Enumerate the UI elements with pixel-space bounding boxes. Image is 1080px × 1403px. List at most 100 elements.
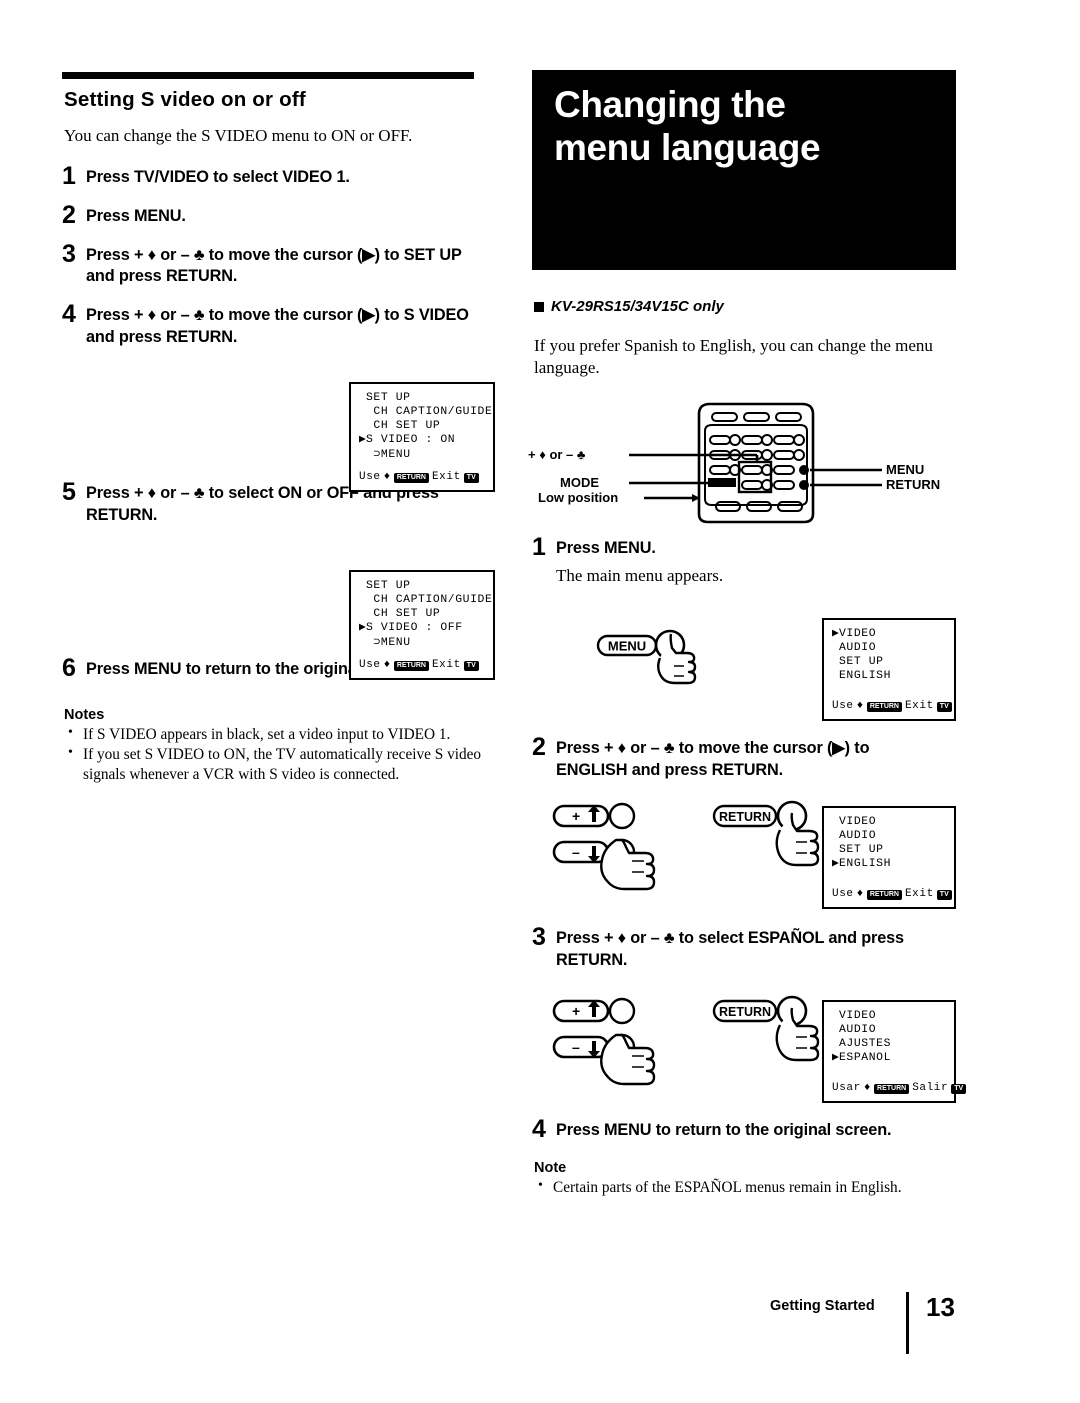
- step-number: 6: [62, 653, 76, 682]
- tv-line: CH SET UP: [366, 608, 441, 621]
- tv-screen-setup-off: SET UP CH CAPTION/GUIDE CH SET UP ▶S VID…: [349, 570, 495, 680]
- hint-exit-label: Salir: [912, 1082, 949, 1095]
- tv-screen-lines: ▶VIDEO AUDIO SET UP ENGLISH: [824, 627, 954, 684]
- tv-line: VIDEO: [839, 1010, 877, 1022]
- step-number: 1: [62, 161, 76, 190]
- tv-line: AUDIO: [839, 642, 877, 655]
- tv-line: SET UP: [366, 392, 411, 404]
- tv-line: CH SET UP: [366, 420, 441, 433]
- right-step-1: 1 Press MENU. The main menu appears.: [532, 533, 932, 586]
- step-text: Press MENU.: [556, 539, 656, 557]
- hint-use-label: Use: [359, 659, 381, 672]
- cursor-arrow-icon: ▶: [832, 1052, 840, 1065]
- page-number: 13: [926, 1292, 955, 1322]
- page-footer: Getting Started 13: [770, 1292, 970, 1362]
- tv-line: SET UP: [839, 656, 884, 669]
- remote-label-menu: MENU: [886, 462, 925, 477]
- tv-keycap: TV: [936, 702, 952, 713]
- tv-screen-espanol-menu: VIDEO AUDIO AJUSTES ▶ESPANOL Usar ♦ RETU…: [822, 1000, 967, 1103]
- hint-use-label: Use: [832, 700, 854, 713]
- tv-keycap: TV: [951, 1084, 967, 1095]
- tv-line: SET UP: [366, 580, 411, 592]
- notes-list: If S VIDEO appears in black, set a video…: [62, 724, 492, 784]
- right-step-2: 2 Press + ♦ or – ♣ to move the cursor (▶…: [532, 734, 942, 781]
- note-item: If S VIDEO appears in black, set a video…: [66, 724, 492, 744]
- note-item: Certain parts of the ESPAÑOL menus remai…: [536, 1177, 952, 1197]
- cursor-arrow-icon: ▶: [832, 628, 840, 640]
- tv-screen-lines: VIDEO AUDIO AJUSTES ▶ESPANOL: [824, 1009, 954, 1066]
- tv-screen-setup-on: SET UP CH CAPTION/GUIDE CH SET UP ▶S VID…: [349, 382, 495, 492]
- menu-press-svg: MENU: [596, 629, 697, 685]
- step-2: 2 Press MENU.: [62, 200, 492, 229]
- tv-keycap: TV: [463, 473, 479, 484]
- model-note: KV-29RS15/34V15C only: [534, 298, 962, 315]
- updown-arrow-icon: ♦: [383, 659, 391, 672]
- tv-line: ⊃MENU: [366, 636, 411, 649]
- tv-line-selected: ▶ENGLISH: [832, 858, 892, 871]
- tv-screen-hintbar: Use ♦ RETURN Exit TV: [832, 888, 952, 902]
- step-number: 2: [62, 200, 76, 229]
- tv-screen-english-menu: VIDEO AUDIO SET UP ▶ENGLISH Use ♦ RETURN…: [822, 806, 956, 909]
- tv-keycap: TV: [936, 890, 952, 901]
- tv-screen-lines: SET UP CH CAPTION/GUIDE CH SET UP ▶S VID…: [351, 579, 493, 650]
- tv-screen-lines: VIDEO AUDIO SET UP ▶ENGLISH: [824, 815, 954, 872]
- updown-press-illustration-2: + –: [552, 800, 692, 897]
- hint-exit-label: Exit: [904, 888, 934, 901]
- step-text: Press + ♦ or – ♣ to select ESPAÑOL and p…: [556, 929, 904, 969]
- tv-line: AUDIO: [839, 1024, 877, 1037]
- note-heading: Note: [534, 1160, 567, 1176]
- banner-line-1: Changing the: [554, 84, 786, 125]
- section-rule: [62, 72, 474, 79]
- step-text: Press TV/VIDEO to select VIDEO 1.: [86, 167, 350, 186]
- step-text: Press + ♦ or – ♣ to move the cursor (▶) …: [86, 245, 462, 286]
- intro-paragraph: You can change the S VIDEO menu to ON or…: [64, 126, 413, 145]
- cursor-arrow-icon: ▶: [359, 622, 367, 635]
- up-arrow-icon: [588, 1000, 600, 1017]
- down-arrow-icon: [588, 846, 600, 863]
- updown-arrow-icon: ♦: [863, 1082, 872, 1095]
- tv-line: CH CAPTION/GUIDE: [366, 406, 493, 419]
- hint-use-label: Use: [359, 471, 381, 484]
- tv-screen-main-menu: ▶VIDEO AUDIO SET UP ENGLISH Use ♦ RETURN…: [822, 618, 956, 721]
- updown-arrow-icon: ♦: [383, 471, 391, 484]
- step-4: 4 Press + ♦ or – ♣ to move the cursor (▶…: [62, 300, 492, 348]
- updown-press-illustration-3: + –: [552, 995, 692, 1092]
- tv-line: AJUSTES: [839, 1038, 892, 1051]
- footer-chapter-label: Getting Started: [770, 1298, 875, 1314]
- banner-title: Changing the menu language: [554, 84, 946, 170]
- return-press-illustration-2: RETURN: [712, 800, 832, 897]
- chapter-banner: Changing the menu language: [532, 70, 956, 270]
- remote-label-lowposition: Low position: [538, 490, 619, 505]
- right-intro-paragraph: If you prefer Spanish to English, you ca…: [534, 336, 933, 378]
- tv-screen-hintbar: Use ♦ RETURN Exit TV: [832, 700, 952, 714]
- remote-control-illustration: + ♦ or – ♣ MODE Low position MENU RETURN: [528, 398, 962, 528]
- tv-screen-hintbar: Use ♦ RETURN Exit TV: [359, 659, 479, 673]
- step-number: 1: [532, 533, 546, 561]
- right-step-3: 3 Press + ♦ or – ♣ to select ESPAÑOL and…: [532, 924, 944, 971]
- step-body: Press MENU. The main menu appears.: [556, 538, 723, 586]
- minus-label: –: [572, 844, 580, 860]
- step-number: 4: [62, 300, 76, 329]
- tv-line-selected: ▶ESPANOL: [832, 1052, 892, 1065]
- return-keycap: RETURN: [874, 1084, 910, 1095]
- tv-line-selected: ▶VIDEO: [832, 628, 877, 640]
- step-number: 3: [62, 239, 76, 268]
- return-button-label: RETURN: [719, 1005, 771, 1019]
- plus-label: +: [572, 1003, 580, 1019]
- return-dot-icon: [799, 480, 809, 490]
- model-note-text: KV-29RS15/34V15C only: [551, 298, 724, 315]
- tv-line-selected: ▶S VIDEO : ON: [359, 434, 456, 447]
- menu-button-label: MENU: [608, 639, 646, 654]
- tv-line: ENGLISH: [839, 670, 892, 683]
- step-text: Press + ♦ or – ♣ to move the cursor (▶) …: [86, 306, 469, 346]
- note-item: If you set S VIDEO to ON, the TV automat…: [66, 744, 492, 784]
- mode-switch-icon: [708, 478, 736, 487]
- hint-use-label: Usar: [832, 1082, 861, 1095]
- right-column: Changing the menu language KV-29RS15/34V…: [532, 70, 962, 385]
- return-keycap: RETURN: [393, 661, 429, 672]
- return-keycap: RETURN: [866, 890, 902, 901]
- return-keycap: RETURN: [393, 473, 429, 484]
- menu-press-illustration: MENU: [596, 628, 716, 711]
- footer-divider: [906, 1292, 909, 1354]
- updown-arrow-icon: ♦: [856, 700, 864, 713]
